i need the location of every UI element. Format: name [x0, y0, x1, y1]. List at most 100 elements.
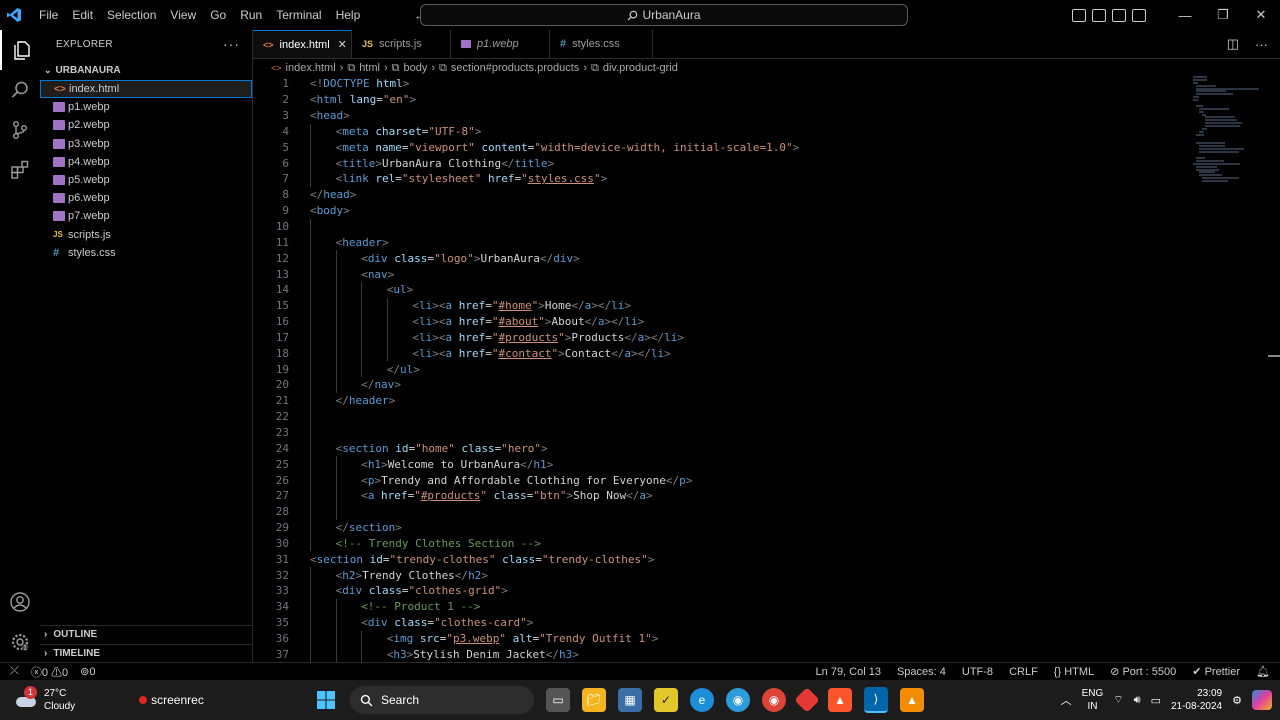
command-center-search[interactable]: UrbanAura [420, 4, 908, 26]
file-p1-webp[interactable]: p1.webp [40, 98, 252, 116]
show-hidden-icons-chevron-icon[interactable]: ︿ [1061, 692, 1072, 708]
code-line[interactable]: 8 </head> [253, 187, 1193, 203]
file-styles-css[interactable]: # styles.css [40, 244, 252, 262]
chrome-dev-icon[interactable]: ◉ [726, 688, 750, 712]
code-line[interactable]: 29 </section> [253, 519, 1193, 536]
code-line[interactable]: 3 <head> [253, 108, 1193, 124]
code-line[interactable]: 33 <div class="clothes-grid"> [253, 583, 1193, 599]
file-p5-webp[interactable]: p5.webp [40, 171, 252, 189]
prettier-status[interactable]: ✔ Prettier [1192, 665, 1240, 678]
code-line[interactable]: 2 <html lang="en"> [253, 92, 1193, 108]
language-mode[interactable]: {} HTML [1054, 666, 1094, 678]
folder-urbanaura[interactable]: ⌄ URBANAURA [40, 60, 252, 80]
minimap[interactable] [1193, 76, 1268, 276]
edge-browser-icon[interactable]: e [690, 688, 714, 712]
copilot-icon[interactable] [1252, 690, 1272, 710]
code-line[interactable]: 12 <div class="logo">UrbanAura</div> [253, 250, 1193, 267]
outline-section[interactable]: › OUTLINE [40, 625, 252, 643]
explorer-icon[interactable] [0, 30, 42, 70]
red-app-icon[interactable] [794, 687, 820, 713]
code-line[interactable]: 34 <!-- Product 1 --> [253, 598, 1193, 615]
file-explorer-icon[interactable]: 📁︎ [582, 688, 606, 712]
code-line[interactable]: 25 <h1>Welcome to UrbanAura</h1> [253, 456, 1193, 473]
code-line[interactable]: 27 <a href="#products" class="btn">Shop N… [253, 487, 1193, 504]
ports-indicator[interactable]: ⊚0 [80, 665, 95, 678]
code-line[interactable]: 37 <h3>Stylish Denim Jacket</h3> [253, 646, 1193, 663]
remote-icon[interactable]: ⤫ [10, 665, 19, 678]
file-p3-webp[interactable]: p3.webp [40, 135, 252, 153]
breadcrumb-item[interactable]: div.product-grid [603, 62, 678, 74]
file-index-html[interactable]: <> index.html [40, 80, 252, 99]
code-line[interactable]: 9 <body> [253, 203, 1193, 219]
windows-start-icon[interactable] [314, 688, 338, 712]
taskbar-search[interactable]: Search [350, 686, 534, 714]
tab-styles-css[interactable]: # styles.css [550, 30, 653, 58]
manage-gear-icon[interactable]: 1 [0, 622, 40, 662]
minimize-button[interactable]: — [1166, 8, 1204, 23]
more-actions-icon[interactable]: ··· [223, 36, 240, 52]
code-line[interactable]: 19 </ul> [253, 361, 1193, 378]
code-editor[interactable]: 1 <!DOCTYPE html> 2 <html lang="en"> 3 <head>… [253, 76, 1193, 663]
menu-selection[interactable]: Selection [100, 0, 163, 30]
maximize-button[interactable]: ❐ [1204, 7, 1242, 23]
menu-run[interactable]: Run [233, 0, 269, 30]
live-server-port[interactable]: ⊘ Port : 5500 [1110, 665, 1176, 678]
menu-terminal[interactable]: Terminal [269, 0, 328, 30]
code-line[interactable]: 11 <header> [253, 234, 1193, 251]
code-line[interactable]: 28 [253, 503, 1193, 520]
tab-index-html[interactable]: <> index.html ✕ [253, 30, 352, 58]
system-clock[interactable]: 23:09 21-08-2024 [1171, 687, 1222, 713]
breadcrumb-item[interactable]: html [359, 62, 380, 74]
menu-edit[interactable]: Edit [65, 0, 100, 30]
file-p2-webp[interactable]: p2.webp [40, 116, 252, 134]
code-line[interactable]: 21 </header> [253, 392, 1193, 409]
line-ending[interactable]: CRLF [1009, 666, 1038, 678]
code-line[interactable]: 10 [253, 218, 1193, 235]
vscode-taskbar-icon[interactable]: ⟩ [864, 687, 888, 713]
code-line[interactable]: 1 <!DOCTYPE html> [253, 76, 1193, 92]
problems-indicator[interactable]: ⓧ0 ⚠0 [31, 664, 68, 680]
breadcrumb-item[interactable]: section#products.products [451, 62, 579, 74]
breadcrumb-item[interactable]: body [404, 62, 428, 74]
menu-help[interactable]: Help [329, 0, 368, 30]
encoding[interactable]: UTF-8 [962, 666, 993, 678]
customize-layout-icon[interactable] [1132, 8, 1146, 22]
code-line[interactable]: 23 [253, 424, 1193, 441]
toggle-panel-icon[interactable] [1092, 8, 1106, 22]
notifications-bell-icon[interactable]: 🔔︎ [1256, 665, 1270, 678]
code-line[interactable]: 30 <!-- Trendy Clothes Section --> [253, 535, 1193, 552]
code-line[interactable]: 16 <li><a href="#about">About</a></li> [253, 313, 1193, 330]
extensions-icon[interactable] [0, 150, 40, 190]
code-line[interactable]: 17 <li><a href="#products">Products</a></… [253, 329, 1193, 346]
code-line[interactable]: 15 <li><a href="#home">Home</a></li> [253, 297, 1193, 314]
input-language[interactable]: ENG IN [1082, 687, 1104, 713]
screenrec-app[interactable]: screenrec [139, 693, 204, 707]
close-tab-icon[interactable]: ✕ [338, 38, 347, 51]
toggle-secondary-sidebar-icon[interactable] [1112, 8, 1126, 22]
timeline-section[interactable]: › TIMELINE [40, 644, 252, 662]
file-scripts-js[interactable]: JS scripts.js [40, 226, 252, 244]
wifi-icon[interactable]: ⌔ [1113, 693, 1123, 707]
file-p6-webp[interactable]: p6.webp [40, 189, 252, 207]
breadcrumb-item[interactable]: index.html [286, 62, 336, 74]
file-p4-webp[interactable]: p4.webp [40, 153, 252, 171]
code-line[interactable]: 22 [253, 408, 1193, 425]
brave-browser-icon[interactable]: ▲ [828, 688, 852, 712]
code-line[interactable]: 7 <link rel="stylesheet" href="styles.css… [253, 171, 1193, 187]
code-line[interactable]: 24 <section id="home" class="hero"> [253, 440, 1193, 457]
battery-icon[interactable]: ▭ [1151, 694, 1161, 707]
code-line[interactable]: 6 <title>UrbanAura Clothing</title> [253, 155, 1193, 172]
code-line[interactable]: 5 <meta name="viewport" content="width=de… [253, 139, 1193, 156]
vlc-player-icon[interactable]: ▲ [900, 688, 924, 712]
source-control-icon[interactable] [0, 110, 40, 150]
menu-view[interactable]: View [163, 0, 203, 30]
sticky-notes-icon[interactable]: ✓ [654, 688, 678, 712]
accounts-icon[interactable] [0, 582, 40, 622]
code-line[interactable]: 13 <nav> [253, 266, 1193, 282]
menu-file[interactable]: File [32, 0, 65, 30]
code-line[interactable]: 20 </nav> [253, 377, 1193, 393]
code-line[interactable]: 36 <img src="p3.webp" alt="Trendy Outfit … [253, 630, 1193, 647]
search-icon[interactable] [0, 70, 40, 110]
code-line[interactable]: 18 <li><a href="#contact">Contact</a></li… [253, 345, 1193, 362]
weather-widget[interactable]: 1 27°C Cloudy [14, 686, 75, 713]
